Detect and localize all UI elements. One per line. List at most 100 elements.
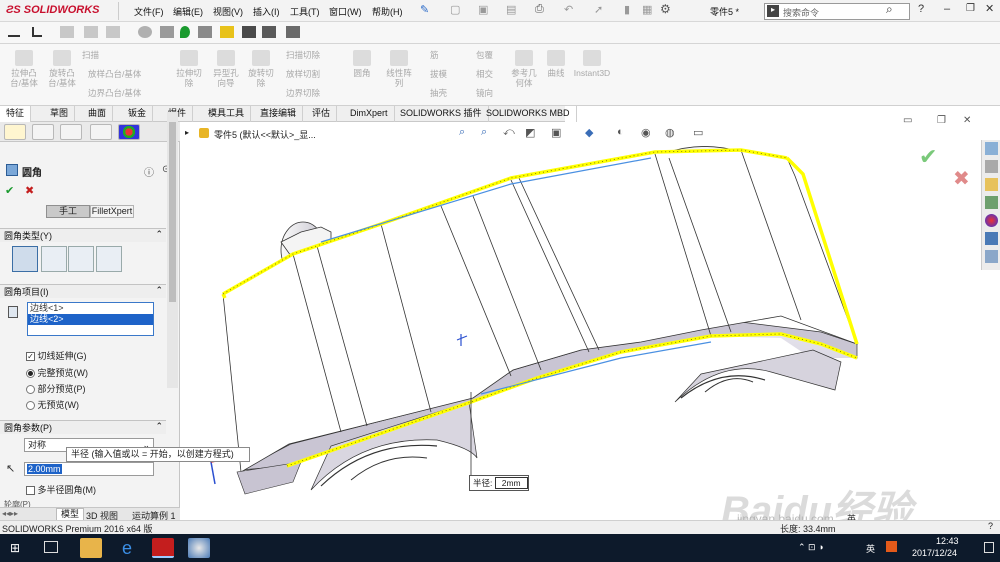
face-fillet-icon[interactable]	[68, 246, 94, 272]
full-round-fillet-icon[interactable]	[96, 246, 122, 272]
list-item[interactable]: 边线<1>	[28, 303, 153, 314]
location-icon[interactable]	[180, 26, 190, 38]
menu-help[interactable]: 帮助(H)	[372, 5, 403, 18]
menu-file[interactable]: 文件(F)	[134, 5, 164, 18]
search-icon[interactable]: ⌕	[886, 2, 893, 17]
menu-view[interactable]: 视图(V)	[213, 5, 243, 18]
radius-callout[interactable]: 半径: 2mm	[469, 475, 529, 491]
windows-start-icon[interactable]: ⊞	[10, 542, 23, 555]
partial-preview-option[interactable]: 部分预览(P)	[26, 382, 86, 395]
tab-addins[interactable]: SOLIDWORKS 插件	[394, 106, 489, 122]
shape-icon[interactable]	[160, 26, 174, 38]
linear-pattern-button[interactable]: 线性阵 列	[380, 50, 418, 88]
tab-evaluate[interactable]: 评估	[306, 106, 338, 122]
checkbox-icon[interactable]	[26, 486, 35, 496]
shape-icon[interactable]	[242, 26, 256, 38]
sogou-icon[interactable]	[886, 541, 897, 552]
file-explorer-taskbar-icon[interactable]	[80, 538, 102, 558]
edge-browser-icon[interactable]: e	[116, 538, 138, 558]
edges-listbox[interactable]: 边线<1> 边线<2>	[27, 302, 154, 336]
menu-insert[interactable]: 插入(I)	[253, 5, 280, 18]
sweep-button[interactable]: 扫描	[82, 50, 122, 60]
tray-icons[interactable]: ⌃ ⊡ ◑	[798, 542, 824, 553]
no-preview-option[interactable]: 无预览(W)	[26, 398, 79, 411]
display-manager-tab-icon[interactable]	[118, 124, 140, 140]
tangent-propagation-option[interactable]: ✓ 切线延伸(G)	[26, 349, 87, 362]
select-icon[interactable]: ➚	[594, 3, 603, 16]
clock-date[interactable]: 2017/12/24	[912, 548, 957, 558]
checkbox-checked-icon[interactable]: ✓	[26, 352, 35, 362]
full-preview-option[interactable]: 完整预览(W)	[26, 366, 88, 379]
fillet-button[interactable]: 圆角	[346, 50, 378, 78]
mirror-button[interactable]: 镜向	[476, 88, 504, 98]
intersect-button[interactable]: 相交	[476, 69, 504, 79]
shape-icon[interactable]	[262, 26, 276, 38]
feature-icon[interactable]	[60, 26, 74, 38]
task-view-icon[interactable]	[44, 541, 58, 553]
graphics-area[interactable]: ▸ 零件5 (默认<<默认>_显... ⌕ ⌕ ⤺ ◩ ▣ ◆ ◐ ◉ ◍ ▭ …	[181, 115, 1000, 533]
extruded-cut-button[interactable]: 拉伸切 除	[172, 50, 206, 88]
multi-radius-option[interactable]: 多半径圆角(M)	[26, 483, 96, 496]
tab-sheet-metal[interactable]: 钣金	[122, 106, 154, 122]
revolved-cut-button[interactable]: 旋转切 除	[244, 50, 278, 88]
clock-time[interactable]: 12:43	[936, 536, 959, 546]
draft-button[interactable]: 拔模	[430, 69, 458, 79]
solidworks-taskbar-icon[interactable]	[152, 538, 174, 558]
tab-mold-tools[interactable]: 模具工具	[202, 106, 252, 122]
list-item[interactable]: 边线<2>	[28, 314, 153, 325]
tab-dimxpert[interactable]: DimXpert	[344, 106, 395, 122]
shell-button[interactable]: 抽壳	[430, 88, 458, 98]
curves-button[interactable]: 曲线	[542, 50, 570, 78]
filletxpert-button[interactable]: FilletXpert	[90, 205, 134, 218]
search-scope-icon[interactable]: ▸	[767, 5, 779, 17]
shape-icon[interactable]	[138, 26, 152, 38]
search-input[interactable]: 搜索命令	[783, 6, 819, 19]
wrap-button[interactable]: 包覆	[476, 50, 504, 60]
file-properties-icon[interactable]: ▦	[642, 3, 652, 16]
menu-window[interactable]: 窗口(W)	[329, 5, 362, 18]
shape-icon[interactable]	[198, 26, 212, 38]
scrollbar-thumb[interactable]	[169, 122, 176, 302]
help-icon[interactable]: ?	[918, 3, 924, 15]
help-status-icon[interactable]: ?	[988, 521, 993, 531]
tab-surfaces[interactable]: 曲面	[82, 106, 114, 122]
reference-geometry-button[interactable]: 参考几 何体	[506, 50, 542, 88]
smart-dimension-icon[interactable]	[8, 27, 20, 37]
menu-tools[interactable]: 工具(T)	[290, 5, 320, 18]
extruded-boss-button[interactable]: 拉伸凸 台/基体	[4, 50, 44, 88]
app-taskbar-icon[interactable]	[188, 538, 210, 558]
open-file-icon[interactable]: ▣	[478, 3, 488, 16]
gear-icon[interactable]: ⚙	[660, 2, 671, 16]
car-model-3d[interactable]	[181, 122, 1000, 520]
print-icon[interactable]: ⎙	[535, 3, 544, 16]
configuration-manager-tab-icon[interactable]	[60, 124, 82, 140]
fillet-parameters-header[interactable]: 圆角参数(P) ⌃	[0, 420, 166, 434]
radio-icon[interactable]	[26, 401, 35, 411]
pin-icon[interactable]: ✎	[420, 3, 429, 16]
loft-boss-button[interactable]: 放样凸台/基体	[88, 69, 168, 79]
notification-icon[interactable]	[984, 542, 994, 553]
instant3d-button[interactable]: Instant3D	[572, 50, 612, 78]
variable-size-fillet-icon[interactable]	[41, 246, 67, 272]
tab-direct-editing[interactable]: 直接编辑	[254, 106, 304, 122]
fillet-items-header[interactable]: 圆角项目(I) ⌃	[0, 284, 166, 298]
constant-size-fillet-icon[interactable]	[12, 246, 38, 272]
tab-sketch[interactable]: 草图	[44, 106, 76, 122]
help-icon[interactable]: ⓘ	[144, 164, 154, 179]
feature-icon[interactable]	[106, 26, 120, 38]
property-manager-tab-icon[interactable]	[32, 124, 54, 140]
undo-icon[interactable]: ↶	[564, 3, 573, 16]
menu-edit[interactable]: 编辑(E)	[173, 5, 203, 18]
revolved-boss-button[interactable]: 旋转凸 台/基体	[44, 50, 80, 88]
tab-mbd[interactable]: SOLIDWORKS MBD	[480, 106, 577, 122]
ok-icon[interactable]: ✔	[5, 184, 14, 197]
tray-ime[interactable]: 英	[866, 542, 875, 555]
fillet-type-header[interactable]: 圆角类型(Y) ⌃	[0, 228, 166, 242]
tab-features[interactable]: 特征	[0, 106, 32, 122]
shape-icon[interactable]	[286, 26, 300, 38]
save-icon[interactable]: ▤	[506, 3, 516, 16]
manual-mode-button[interactable]: 手工	[46, 205, 90, 218]
scroll-arrows-icon[interactable]: ◂◂▸▸	[2, 509, 18, 518]
dimxpert-manager-tab-icon[interactable]	[90, 124, 112, 140]
radio-icon[interactable]	[26, 385, 35, 395]
